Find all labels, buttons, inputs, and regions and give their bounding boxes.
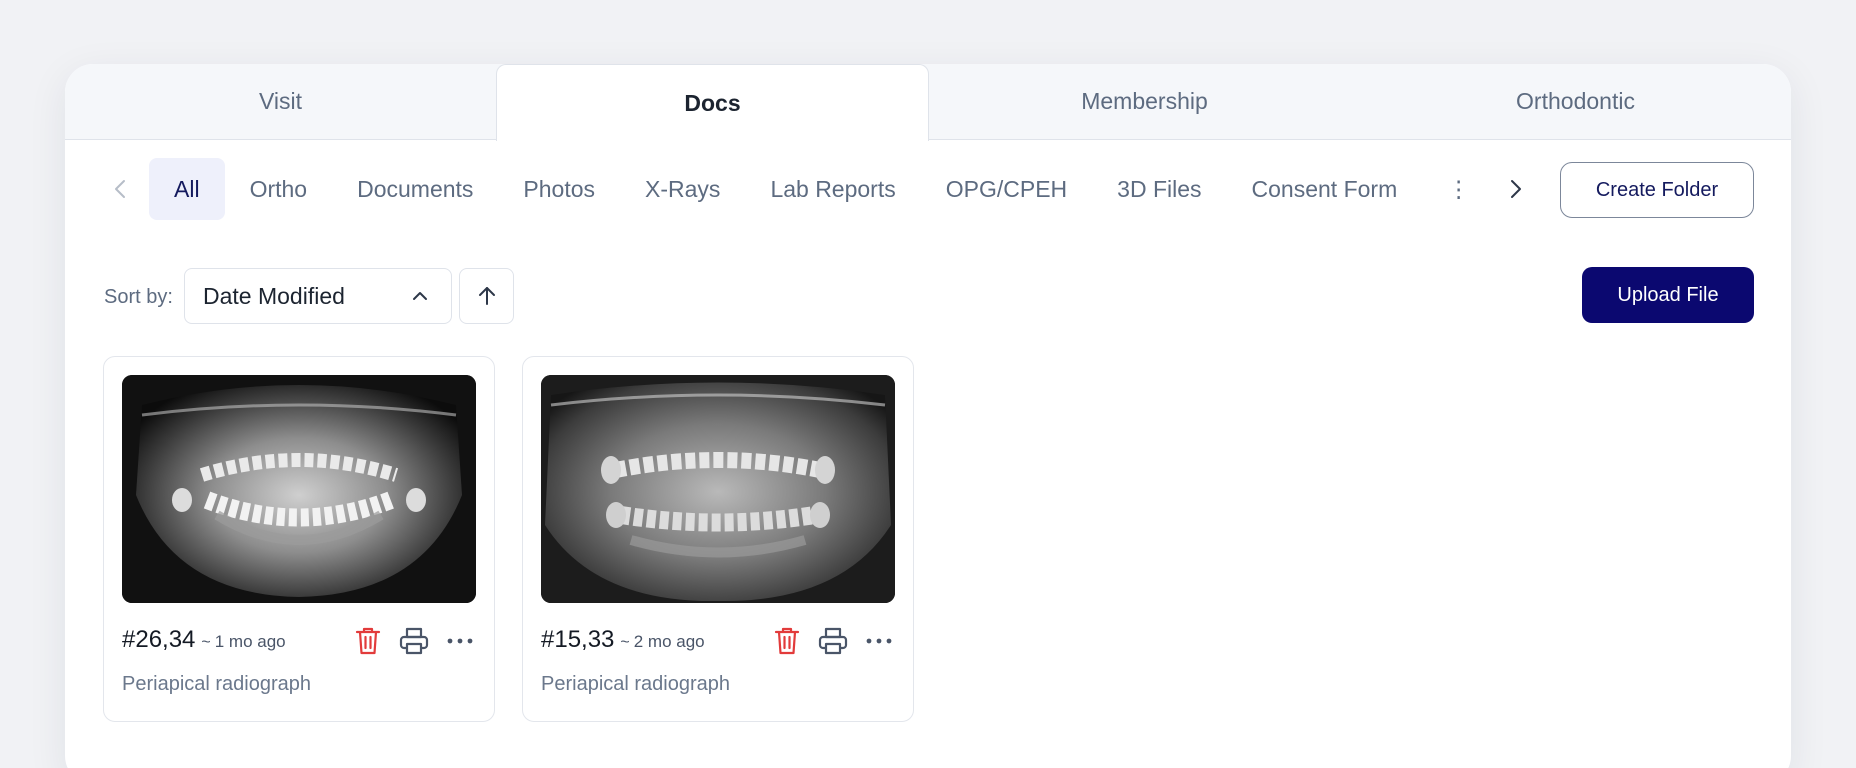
more-options-button[interactable]: [444, 625, 476, 657]
tab-membership[interactable]: Membership: [929, 64, 1360, 139]
file-meta: #26,34 ~1 mo ago: [122, 625, 286, 655]
folder-chip-consent-form[interactable]: Consent Form: [1227, 158, 1423, 220]
trash-icon: [774, 627, 800, 655]
sort-direction-button[interactable]: [459, 268, 514, 324]
print-button[interactable]: [398, 625, 430, 657]
folder-chip-documents[interactable]: Documents: [332, 158, 498, 220]
folder-chip-opg-cpeh[interactable]: OPG/CPEH: [921, 158, 1092, 220]
file-age: 1 mo ago: [214, 632, 286, 651]
tab-visit[interactable]: Visit: [65, 64, 496, 139]
scroll-right-button[interactable]: [1496, 158, 1536, 220]
more-horizontal-icon: [866, 638, 892, 644]
file-description: Periapical radiograph: [122, 673, 312, 695]
main-tabs: Visit Docs Membership Orthodontic: [65, 64, 1791, 141]
xray-thumbnail[interactable]: [541, 375, 895, 603]
trash-icon: [355, 627, 381, 655]
chevron-up-icon: [413, 292, 427, 300]
file-actions: [771, 625, 895, 657]
folder-chip-more[interactable]: ⋮: [1422, 158, 1495, 220]
chevron-left-icon: [115, 180, 125, 198]
delete-button[interactable]: [352, 625, 384, 657]
documents-panel: Visit Docs Membership Orthodontic All Or…: [65, 64, 1791, 768]
file-card[interactable]: #15,33 ~2 mo ago Periapical radiograph: [522, 356, 914, 722]
file-description: Periapical radiograph: [541, 673, 731, 695]
printer-icon: [399, 627, 429, 655]
separator: ~: [201, 634, 211, 651]
folder-chip-ortho[interactable]: Ortho: [225, 158, 333, 220]
scroll-left-button[interactable]: [100, 158, 140, 220]
more-horizontal-icon: [447, 638, 473, 644]
tab-orthodontic[interactable]: Orthodontic: [1360, 64, 1791, 139]
xray-thumbnail[interactable]: [122, 375, 476, 603]
chevron-right-icon: [1511, 180, 1521, 198]
file-id: #26,34: [122, 626, 196, 653]
file-age: 2 mo ago: [633, 632, 705, 651]
upload-file-button[interactable]: Upload File: [1582, 267, 1754, 323]
separator: ~: [620, 634, 630, 651]
tab-docs[interactable]: Docs: [496, 64, 929, 141]
file-card[interactable]: #26,34 ~1 mo ago Periapical radiograph: [103, 356, 495, 722]
more-options-button[interactable]: [863, 625, 895, 657]
folder-filter-bar: All Ortho Documents Photos X-Rays Lab Re…: [65, 158, 1791, 220]
arrow-up-icon: [478, 287, 495, 305]
folder-chip-x-rays[interactable]: X-Rays: [620, 158, 745, 220]
folder-chips: All Ortho Documents Photos X-Rays Lab Re…: [149, 158, 1557, 220]
file-actions: [352, 625, 476, 657]
sort-select[interactable]: Date Modified: [184, 268, 452, 324]
file-meta: #15,33 ~2 mo ago: [541, 625, 705, 655]
delete-button[interactable]: [771, 625, 803, 657]
print-button[interactable]: [817, 625, 849, 657]
printer-icon: [818, 627, 848, 655]
sort-select-value: Date Modified: [203, 282, 345, 309]
sort-label: Sort by:: [104, 286, 173, 308]
folder-chip-3d-files[interactable]: 3D Files: [1092, 158, 1226, 220]
file-id: #15,33: [541, 626, 615, 653]
folder-chip-all[interactable]: All: [149, 158, 225, 220]
folder-chip-lab-reports[interactable]: Lab Reports: [745, 158, 920, 220]
folder-chip-photos[interactable]: Photos: [498, 158, 620, 220]
create-folder-button[interactable]: Create Folder: [1560, 162, 1754, 218]
